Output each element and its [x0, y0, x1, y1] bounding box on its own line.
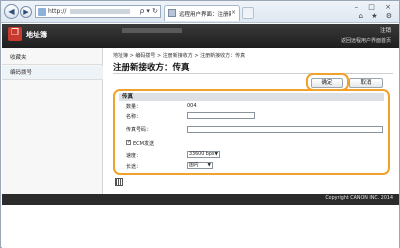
logout-link[interactable]: 注销 [341, 26, 391, 34]
browser-toolbar-icons[interactable]: ⌂ ★ ⚙ [359, 12, 395, 20]
blank-area [2, 205, 399, 248]
chevron-down-icon: ▼ [207, 163, 211, 168]
sidebar-item-coded-dial[interactable]: 编码拨号 [2, 66, 103, 80]
address-redacted [70, 9, 130, 14]
browser-tab-bar: ◀ ▶ http:// ρ ▾ ↻ 远程用户界面：注册新接收... × – □ … [1, 1, 399, 23]
sidebar-item-favorites[interactable]: 收藏夹 [2, 51, 103, 65]
fax-number-label: 传真号码： [126, 127, 152, 133]
qr-code-icon [115, 178, 123, 186]
name-input[interactable] [187, 112, 255, 119]
long-distance-select-value: 国内 [189, 163, 199, 168]
footer: Copyright CANON INC. 2014 [2, 194, 399, 205]
number-value: 004 [187, 103, 197, 109]
breadcrumb[interactable]: 地址簿 > 编码拨号 > 注册新接收方 > 注册新接收方：传真 [113, 52, 245, 59]
sidebar: 收藏夹 编码拨号 [2, 48, 103, 206]
window-controls[interactable]: – □ × [355, 3, 395, 11]
app-header: ❐ 地址簿 注销 返回远程用户界面首页 [2, 24, 399, 48]
tab-favicon-icon [168, 9, 176, 17]
redacted-info [122, 28, 182, 33]
new-tab-button[interactable] [242, 7, 254, 19]
forward-button[interactable]: ▶ [20, 6, 32, 18]
browser-window: ◀ ▶ http:// ρ ▾ ↻ 远程用户界面：注册新接收... × – □ … [0, 0, 400, 248]
fax-number-input[interactable] [187, 126, 383, 133]
tab-label: 远程用户界面：注册新接收... [179, 12, 231, 18]
ecm-label: ECM发送 [133, 141, 154, 147]
address-book-icon: ❐ [8, 27, 22, 41]
address-bar[interactable]: http:// ρ ▾ ↻ [35, 5, 161, 18]
header-links: 注销 返回远程用户界面首页 [341, 26, 391, 44]
chevron-down-icon: ▼ [214, 152, 218, 157]
speed-label: 速度： [126, 153, 142, 159]
long-distance-select[interactable]: 国内 ▼ [187, 162, 213, 169]
long-distance-label: 长途： [126, 164, 142, 170]
page-title: 注册新接收方：传真 [113, 63, 190, 73]
address-text: http:// [48, 8, 67, 15]
address-tools-icon[interactable]: ρ ▾ ↻ [140, 7, 158, 15]
tab-close-icon[interactable]: × [231, 9, 236, 16]
page-icon [38, 8, 46, 16]
browser-tab[interactable]: 远程用户界面：注册新接收... × [164, 5, 240, 21]
title-divider [113, 73, 393, 74]
number-label: 数量： [126, 104, 142, 110]
ok-button[interactable]: 确定 [311, 78, 343, 88]
speed-select-value: 33600 bps [189, 152, 215, 157]
copyright: Copyright CANON INC. 2014 [325, 196, 393, 201]
app-title: 地址簿 [26, 31, 47, 39]
ecm-checkbox[interactable]: ✓ [126, 140, 131, 145]
home-link[interactable]: 返回远程用户界面首页 [341, 37, 391, 44]
name-label: 名称： [126, 114, 142, 120]
speed-select[interactable]: 33600 bps ▼ [187, 151, 220, 158]
back-button[interactable]: ◀ [4, 4, 19, 19]
cancel-button[interactable]: 取消 [349, 78, 383, 88]
